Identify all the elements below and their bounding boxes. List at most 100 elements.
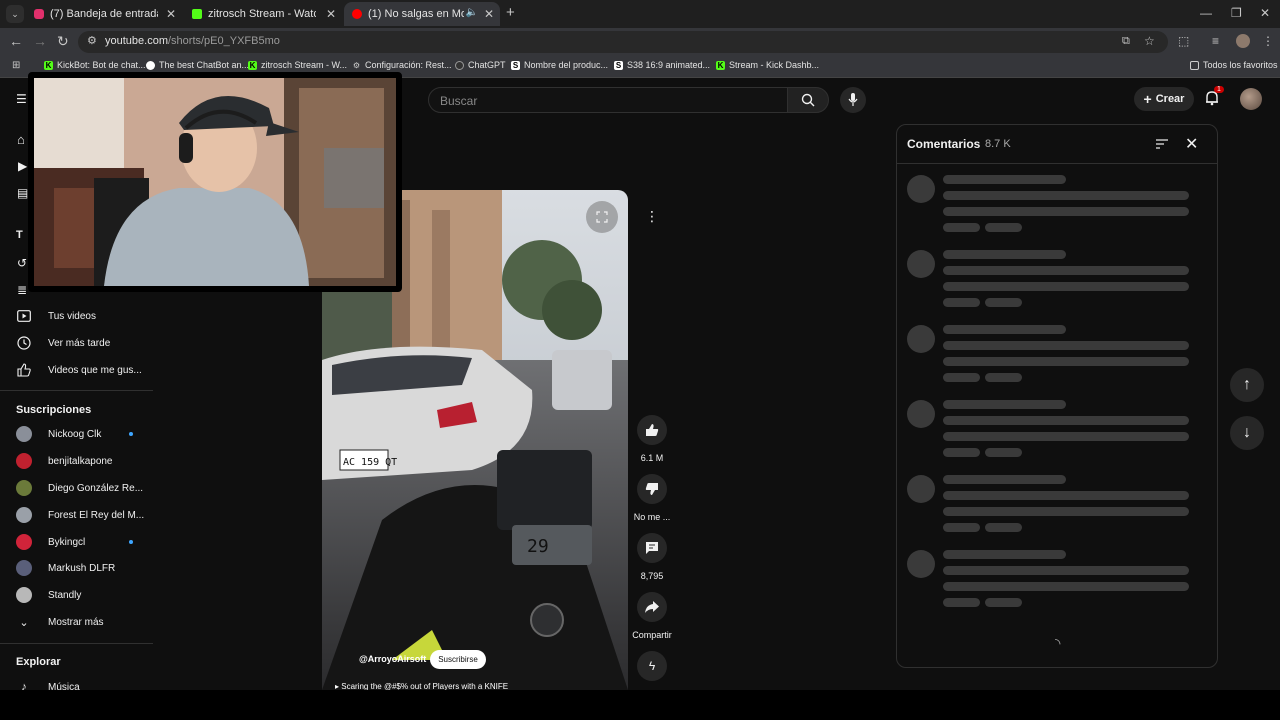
extensions-icon[interactable]: ⬚ xyxy=(1178,34,1189,48)
tab-kick-stream[interactable]: zitrosch Stream - Watch Live on ✕ xyxy=(184,2,342,26)
search-input[interactable]: Buscar xyxy=(428,87,788,113)
close-icon[interactable]: ✕ xyxy=(326,7,336,21)
subscription-diego-gonzalez[interactable]: Diego González Re... xyxy=(16,480,143,496)
voice-search-button[interactable] xyxy=(840,87,866,113)
minimize-icon[interactable]: — xyxy=(1200,6,1212,20)
subscription-bykingcl[interactable]: Bykingcl xyxy=(16,534,85,550)
bookmark-nombre-producto[interactable]: S Nombre del produc... xyxy=(511,60,608,70)
previous-short-button[interactable]: ↑ xyxy=(1230,368,1264,402)
apps-grid-icon[interactable]: ⊞ xyxy=(12,60,20,71)
sidebar-item-label: Tus videos xyxy=(48,310,96,322)
comments-action[interactable]: 8,795 xyxy=(632,533,672,581)
site-info-icon[interactable]: ⚙ xyxy=(87,34,97,47)
like-button[interactable] xyxy=(637,415,667,445)
profile-avatar[interactable] xyxy=(1236,34,1250,48)
sidebar-item-label: Ver más tarde xyxy=(48,337,111,349)
bookmark-configuracion[interactable]: ⚙ Configuración: Rest... xyxy=(352,60,452,70)
bookmark-folder-favorites[interactable]: Todos los favoritos xyxy=(1190,60,1278,70)
subscription-standly[interactable]: Standly xyxy=(16,587,81,603)
like-action[interactable]: 6.1 M xyxy=(632,415,672,463)
shorts-icon[interactable]: ▶ xyxy=(18,159,27,173)
share-button[interactable] xyxy=(637,592,667,622)
like-count: 6.1 M xyxy=(640,453,664,463)
bookmark-s38-animated[interactable]: S S38 16:9 animated... xyxy=(614,60,710,70)
cast-icon[interactable]: ⧉ xyxy=(1122,35,1130,48)
sidebar-divider xyxy=(0,643,153,644)
comments-button[interactable] xyxy=(637,533,667,563)
taskbar-strip xyxy=(0,690,1280,720)
you-section-heading: T xyxy=(16,229,23,241)
short-channel-name[interactable]: @ArroyoAirsoft xyxy=(359,654,426,664)
back-arrow-icon[interactable]: ← xyxy=(9,33,23,49)
speaker-icon[interactable]: 🔈 xyxy=(466,7,478,18)
address-toolbar: ← → ↻ ⚙ youtube.com/shorts/pE0_YXFB5mo ⧉… xyxy=(0,28,1280,56)
avatar xyxy=(16,560,32,576)
next-short-button[interactable]: ↓ xyxy=(1230,416,1264,450)
tab-youtube-active[interactable]: (1) No salgas en Moto por 🔈 ✕ xyxy=(344,2,500,26)
subscription-forest-el-rey[interactable]: Forest El Rey del M... xyxy=(16,507,144,523)
bookmark-kick-dashboard[interactable]: K Stream - Kick Dashb... xyxy=(716,60,819,70)
tab-title: (7) Bandeja de entrada • Direct xyxy=(50,8,158,20)
history-icon[interactable]: ↺ xyxy=(17,256,27,270)
subscription-name: Nickoog Clk xyxy=(48,428,102,440)
comment-skeleton xyxy=(907,475,1207,535)
sidebar-item-ver-mas-tarde[interactable]: Ver más tarde xyxy=(16,335,110,351)
live-indicator xyxy=(129,540,133,544)
dislike-button[interactable] xyxy=(637,474,667,504)
sidebar-item-videos-que-me-gustan[interactable]: Videos que me gus... xyxy=(16,362,142,378)
subscription-benjitalkapone[interactable]: benjitalkapone xyxy=(16,453,113,469)
sort-comments-button[interactable] xyxy=(1155,137,1169,155)
bookmark-chatgpt[interactable]: ChatGPT xyxy=(455,60,506,70)
notifications-button[interactable]: 1 xyxy=(1204,86,1224,111)
browser-menu-icon[interactable]: ⋮ xyxy=(1262,34,1274,48)
play-square-icon xyxy=(16,308,32,324)
account-avatar[interactable] xyxy=(1240,88,1262,110)
thumb-up-icon xyxy=(16,362,32,378)
youtube-page: ☰ Buscar + Crear 1 ⌂ ▶ ▤ T ↺ ≣ Tus videos… xyxy=(0,72,1280,699)
sidebar-item-tus-videos[interactable]: Tus videos xyxy=(16,308,96,324)
show-more-button[interactable]: ⌄ Mostrar más xyxy=(16,614,103,630)
media-controls-icon[interactable]: ≡ xyxy=(1212,34,1219,48)
subscription-markush-dlfr[interactable]: Markush DLFR xyxy=(16,560,115,576)
window-close-icon[interactable]: ✕ xyxy=(1260,6,1270,20)
dislike-action[interactable]: No me ... xyxy=(632,474,672,522)
forward-arrow-icon[interactable]: → xyxy=(33,33,47,49)
webcam-image xyxy=(34,78,396,286)
playlists-icon[interactable]: ≣ xyxy=(17,283,27,297)
close-comments-button[interactable]: ✕ xyxy=(1185,134,1198,154)
avatar xyxy=(16,587,32,603)
tab-instagram[interactable]: (7) Bandeja de entrada • Direct ✕ xyxy=(26,2,182,26)
search-icon xyxy=(801,93,815,107)
comment-icon xyxy=(646,542,658,554)
maximize-icon[interactable]: ❐ xyxy=(1231,6,1242,20)
expand-button[interactable] xyxy=(586,201,618,233)
more-options-button[interactable]: ⋮ xyxy=(638,202,666,230)
address-bar[interactable]: ⚙ youtube.com/shorts/pE0_YXFB5mo ⧉ ☆ xyxy=(78,31,1168,53)
reload-icon[interactable]: ↻ xyxy=(57,33,69,50)
explore-heading: Explorar xyxy=(16,656,61,668)
share-action[interactable]: Compartir xyxy=(632,592,672,640)
home-icon[interactable]: ⌂ xyxy=(17,132,25,147)
tab-search-button[interactable]: ⌄ xyxy=(6,5,24,23)
instagram-icon xyxy=(34,9,44,19)
create-button[interactable]: + Crear xyxy=(1134,87,1194,111)
remix-button[interactable]: ϟ xyxy=(637,651,667,681)
subscription-nickoog-clk[interactable]: Nickoog Clk xyxy=(16,426,101,442)
close-icon: ✕ xyxy=(1185,136,1199,153)
bookmark-zitrosch[interactable]: Kzitrosch Stream - W... xyxy=(248,60,347,70)
subscription-name: Standly xyxy=(48,589,82,601)
close-icon[interactable]: ✕ xyxy=(484,7,494,21)
bookmark-chatbot[interactable]: The best ChatBot an... xyxy=(146,60,249,70)
comments-count: 8.7 K xyxy=(985,138,1011,150)
subscribe-button[interactable]: Suscribirse xyxy=(430,650,486,669)
comment-skeleton xyxy=(907,325,1207,385)
bookmark-star-icon[interactable]: ☆ xyxy=(1144,34,1155,48)
bookmark-kickbot[interactable]: K KickBot: Bot de chat... xyxy=(44,60,146,70)
subscriptions-icon[interactable]: ▤ xyxy=(17,186,28,200)
microphone-icon xyxy=(848,93,858,106)
close-icon[interactable]: ✕ xyxy=(166,7,176,21)
comment-skeleton xyxy=(907,400,1207,460)
new-tab-button[interactable]: + xyxy=(506,4,515,21)
search-button[interactable] xyxy=(787,87,829,113)
sidebar-item-label: Videos que me gus... xyxy=(48,364,142,376)
